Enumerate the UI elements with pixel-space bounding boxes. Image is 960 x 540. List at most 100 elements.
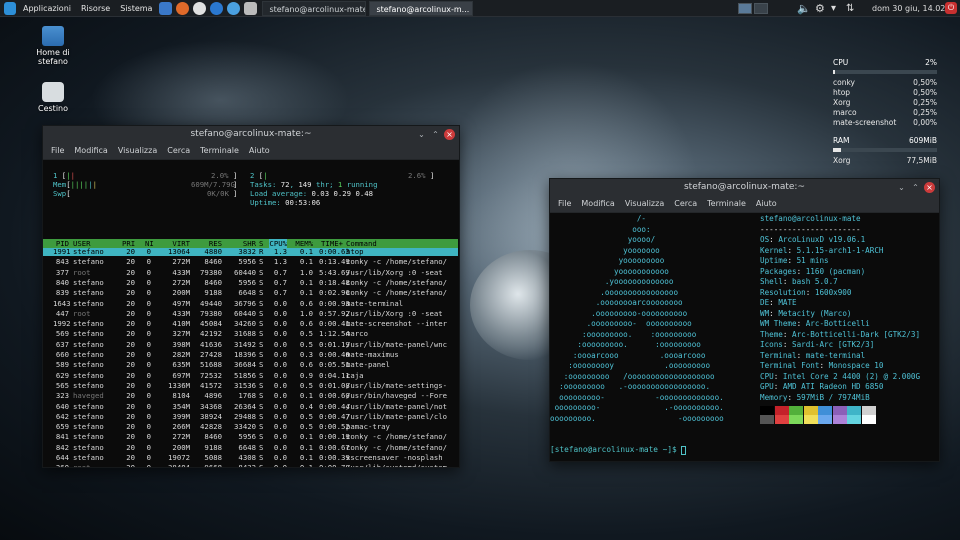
gear-icon[interactable]: ⚙	[815, 0, 825, 17]
menu-cerca[interactable]: Cerca	[669, 196, 702, 212]
menu-visualizza[interactable]: Visualizza	[113, 143, 162, 159]
menu-cerca[interactable]: Cerca	[162, 143, 195, 159]
table-row[interactable]: 840 stefano 20 0 272M 8460 5956 S 0.7 0.1 0:18.48 c…	[43, 277, 458, 287]
table-row[interactable]: 640 stefano 20 0 354M 34368 26364 S 0.0 0.4 0:00.4…	[43, 401, 458, 411]
table-cell: /usr/lib/Xorg :0 -seat	[346, 267, 443, 277]
table-row[interactable]: 659 stefano 20 0 266M 42828 33420 S 0.0 0.5 0:00.5…	[43, 423, 458, 431]
table-cell: 398M	[172, 339, 190, 349]
shell-prompt: [stefano@arcolinux-mate ~]$	[550, 445, 677, 454]
table-row[interactable]: 841 stefano 20 0 272M 8460 5956 S 0.0 0.1 0:00.19 c…	[43, 433, 458, 441]
desktop-icon-home[interactable]: Home di stefano	[22, 26, 84, 66]
menu-applicazioni[interactable]: Applicazioni	[18, 0, 76, 17]
neofetch-terminal-window[interactable]: stefano@arcolinux-mate:~ ⌄ ⌃ × File Modif…	[549, 178, 940, 462]
close-icon[interactable]: ×	[444, 129, 455, 140]
menu-sistema[interactable]: Sistema	[115, 0, 157, 17]
table-cell: 4896	[204, 391, 222, 401]
table-cell: 0.1	[299, 247, 313, 256]
maximize-icon[interactable]: ⌃	[910, 182, 921, 193]
network-icon[interactable]: ⇅	[846, 0, 854, 17]
table-cell: conky -c /home/stefano/	[346, 277, 448, 287]
settings-launcher-icon[interactable]	[193, 1, 207, 15]
table-row[interactable]: 565 stefano 20 0 1336M 41572 31536 S 0.0 0.5 0:01.…	[43, 380, 458, 390]
menu-aiuto[interactable]: Aiuto	[244, 143, 275, 159]
neofetch-info-row: GPU: AMD ATI Radeon HD 6850	[760, 382, 884, 391]
table-cell: stefano	[73, 329, 104, 339]
neofetch-terminal-area[interactable]: /- ooo: yoooo/ yooooooo yooooooooo yoooo…	[550, 213, 939, 461]
skype-launcher-icon[interactable]	[210, 1, 224, 15]
firefox-launcher-icon[interactable]	[176, 1, 190, 15]
table-row[interactable]: 629 stefano 20 0 697M 72532 51856 S 0.0 0.9 0:04.1…	[43, 371, 458, 380]
taskbar-item-neofetch[interactable]: stefano@arcolinux-m...	[369, 0, 474, 16]
menu-terminale[interactable]: Terminale	[702, 196, 751, 212]
table-cell: 20	[126, 422, 135, 432]
mail-launcher-icon[interactable]	[227, 1, 241, 15]
workspace-2[interactable]	[754, 3, 768, 14]
htop-terminal-area[interactable]: 1 [|| 2.0% ] 2 [| 2.6% ] Mem[|||||| 609M…	[43, 160, 459, 467]
close-icon[interactable]: ×	[924, 182, 935, 193]
table-row[interactable]: 377 root 20 0 433M 79380 60440 S 0.7 1.0 5:43.69/u…	[43, 267, 458, 277]
table-cell: 0	[146, 432, 151, 442]
table-row[interactable]: 589 stefano 20 0 635M 51688 36684 S 0.0 0.6 0:05.5…	[43, 361, 458, 369]
table-cell: 20	[126, 432, 135, 442]
table-cell: 0	[146, 453, 151, 462]
table-cell: 0	[146, 442, 151, 452]
table-row[interactable]: 644 stefano 20 0 19072 5088 4308 S 0.0 0.1 0:00.39…	[43, 454, 458, 462]
table-cell: 20	[126, 380, 135, 390]
menu-file[interactable]: File	[46, 143, 69, 159]
color-swatch	[847, 415, 861, 424]
minimize-icon[interactable]: ⌄	[896, 182, 907, 193]
menu-visualizza[interactable]: Visualizza	[620, 196, 669, 212]
neofetch-info-value: Monospace 10	[828, 361, 884, 370]
window-titlebar[interactable]: stefano@arcolinux-mate:~ ⌄ ⌃ ×	[43, 126, 459, 143]
table-row[interactable]: 447 root 20 0 433M 79380 60440 S 0.0 1.0 0:57.92/u…	[43, 308, 458, 318]
workspace-1[interactable]	[738, 3, 752, 14]
table-cell: 0.5	[299, 380, 313, 390]
table-row[interactable]: 637 stefano 20 0 398M 41636 31492 S 0.0 0.5 0:01.1…	[43, 339, 458, 349]
minimize-icon[interactable]: ⌄	[416, 129, 427, 140]
workspace-switcher[interactable]	[736, 3, 768, 14]
menu-risorse[interactable]: Risorse	[76, 0, 115, 17]
table-cell: 0	[146, 360, 151, 370]
menu-file[interactable]: File	[553, 196, 576, 212]
table-row[interactable]: 1991 stefano 20 0 13064 4880 3832 R 1.3 0.1 0:00.6…	[43, 248, 458, 256]
table-cell: 0	[146, 277, 151, 287]
load-5: 0.29	[333, 189, 352, 198]
threads-count: 149	[298, 180, 312, 189]
menu-modifica[interactable]: Modifica	[576, 196, 619, 212]
table-row[interactable]: 839 stefano 20 0 200M 9188 6648 S 0.7 0.1 0:02.96 c…	[43, 289, 458, 297]
table-cell: 354M	[172, 401, 190, 411]
taskbar-item-htop[interactable]: stefano@arcolinux-mate:~	[262, 0, 367, 16]
maximize-icon[interactable]: ⌃	[430, 129, 441, 140]
table-row[interactable]: 843 stefano 20 0 272M 8460 5956 S 1.3 0.1 0:13.49 c…	[43, 258, 458, 266]
table-cell: 1.3	[273, 247, 287, 256]
table-row[interactable]: 260 root 20 0 38404 9668 8432S 0.0 0.1 0:00.78/us…	[43, 464, 458, 467]
terminal-launcher-icon[interactable]	[244, 1, 258, 15]
file-manager-launcher-icon[interactable]	[159, 1, 173, 15]
table-cell: /usr/lib/Xorg :0 -seat	[346, 308, 443, 318]
volume-icon[interactable]: 🔈	[797, 0, 811, 17]
table-row[interactable]: 1992 stefano 20 0 410M 45084 34260 S 0.0 0.6 0:00.…	[43, 320, 458, 328]
table-cell: 497M	[172, 298, 190, 308]
htop-terminal-window[interactable]: stefano@arcolinux-mate:~ ⌄ ⌃ × File Modif…	[42, 125, 460, 468]
menu-terminale[interactable]: Terminale	[195, 143, 244, 159]
power-icon[interactable]: ⏻	[945, 2, 957, 14]
table-row[interactable]: 1643 stefano 20 0 497M 49440 36796 S 0.0 0.6 0:00.…	[43, 298, 458, 308]
table-cell: conky -c /home/stefano/	[346, 432, 448, 442]
window-titlebar[interactable]: stefano@arcolinux-mate:~ ⌄ ⌃ ×	[550, 179, 939, 196]
arcolinux-logo-icon[interactable]	[4, 1, 16, 15]
menu-modifica[interactable]: Modifica	[69, 143, 112, 159]
table-row[interactable]: 569 stefano 20 0 327M 42192 31688 S 0.0 0.5 1:12.5…	[43, 330, 458, 338]
clock[interactable]: dom 30 giu, 14.02	[872, 0, 945, 17]
table-row[interactable]: 660 stefano 20 0 282M 27428 18396 S 0.0 0.3 0:00.4…	[43, 351, 458, 359]
table-row[interactable]: 842 stefano 20 0 200M 9188 6648 S 0.0 0.1 0:00.67 c…	[43, 442, 458, 452]
menu-aiuto[interactable]: Aiuto	[751, 196, 782, 212]
conky-process-name: conky	[833, 78, 855, 87]
neofetch-info-row: Terminal: mate-terminal	[760, 350, 866, 360]
desktop-icon-trash[interactable]: Cestino	[30, 82, 76, 113]
table-row[interactable]: 642 stefano 20 0 399M 38924 29488 S 0.0 0.5 0:00.4…	[43, 412, 458, 421]
table-cell: 0.0	[273, 442, 287, 452]
table-cell: 0	[146, 391, 151, 401]
table-row[interactable]: 323 haveged 20 0 8104 4896 1768 S 0.0 0.1 0:00.60/…	[43, 392, 458, 400]
pamac-update-icon[interactable]: ▾	[831, 0, 836, 17]
table-cell: 0	[146, 288, 151, 298]
